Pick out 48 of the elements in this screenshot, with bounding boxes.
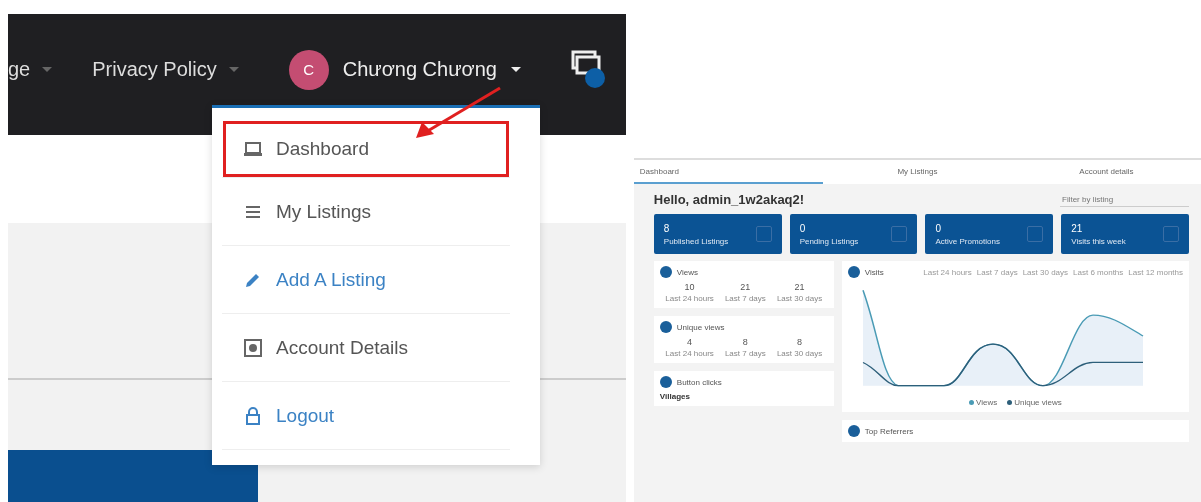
stat-value: 8: [797, 337, 803, 347]
user-menu-button[interactable]: C Chương Chương: [288, 49, 521, 90]
stat-value: 8: [742, 337, 748, 347]
circle-icon: [847, 425, 860, 437]
panel-title: Unique views: [676, 322, 725, 332]
stat-label: Pending Listings: [799, 236, 859, 246]
legend-item: Views: [969, 398, 998, 407]
list-heading: Villages: [659, 392, 691, 401]
panel-title: Top Referrers: [864, 426, 914, 436]
stat-value: 21: [740, 282, 751, 292]
square-icon: [755, 226, 772, 242]
nav-link[interactable]: Privacy Policy: [92, 58, 239, 81]
menu-item[interactable]: Dashboard: [222, 120, 510, 178]
stat-value: 4: [687, 337, 693, 347]
stat-label: Last 24 hours: [665, 294, 714, 303]
stat-label: Last 7 days: [724, 349, 766, 358]
stat-label: Last 7 days: [724, 294, 766, 303]
stat-label: Published Listings: [663, 236, 729, 246]
circle-icon: [847, 266, 860, 278]
stat-label: Visits this week: [1071, 236, 1126, 246]
stat-label: Last 24 hours: [665, 349, 714, 358]
greeting-heading: Hello, admin_1w2akaq2!: [653, 192, 805, 207]
stat-label: Active Promotions: [935, 236, 1000, 246]
laptop-icon: [244, 139, 262, 158]
circle-icon: [659, 321, 672, 333]
nav-link[interactable]: ge: [8, 58, 53, 81]
circle-icon: [659, 266, 672, 278]
stat-value: 8: [663, 222, 671, 234]
square-icon: [1027, 226, 1044, 242]
legend-item: Unique views: [1007, 398, 1062, 407]
stat-value: 21: [794, 282, 805, 292]
lock-icon: [244, 406, 262, 425]
stat-value: 10: [684, 282, 695, 292]
stat-label: Last 30 days: [776, 349, 823, 358]
panel-title: Views: [676, 267, 699, 277]
circle-icon: [659, 376, 672, 388]
stat-label: Last 30 days: [776, 294, 823, 303]
panel-title: Visits: [864, 267, 884, 277]
panel-title: Button clicks: [676, 377, 722, 387]
stat-value: 0: [799, 222, 807, 234]
safe-icon: [244, 338, 262, 357]
stat-value: 0: [935, 222, 942, 234]
filter-dropdown[interactable]: Filter by listing: [1060, 192, 1189, 207]
chat-icon[interactable]: [570, 49, 605, 90]
user-avatar: C: [288, 49, 329, 90]
square-icon: [1163, 226, 1179, 242]
stat-value: 21: [1071, 222, 1084, 234]
square-icon: [891, 226, 908, 242]
